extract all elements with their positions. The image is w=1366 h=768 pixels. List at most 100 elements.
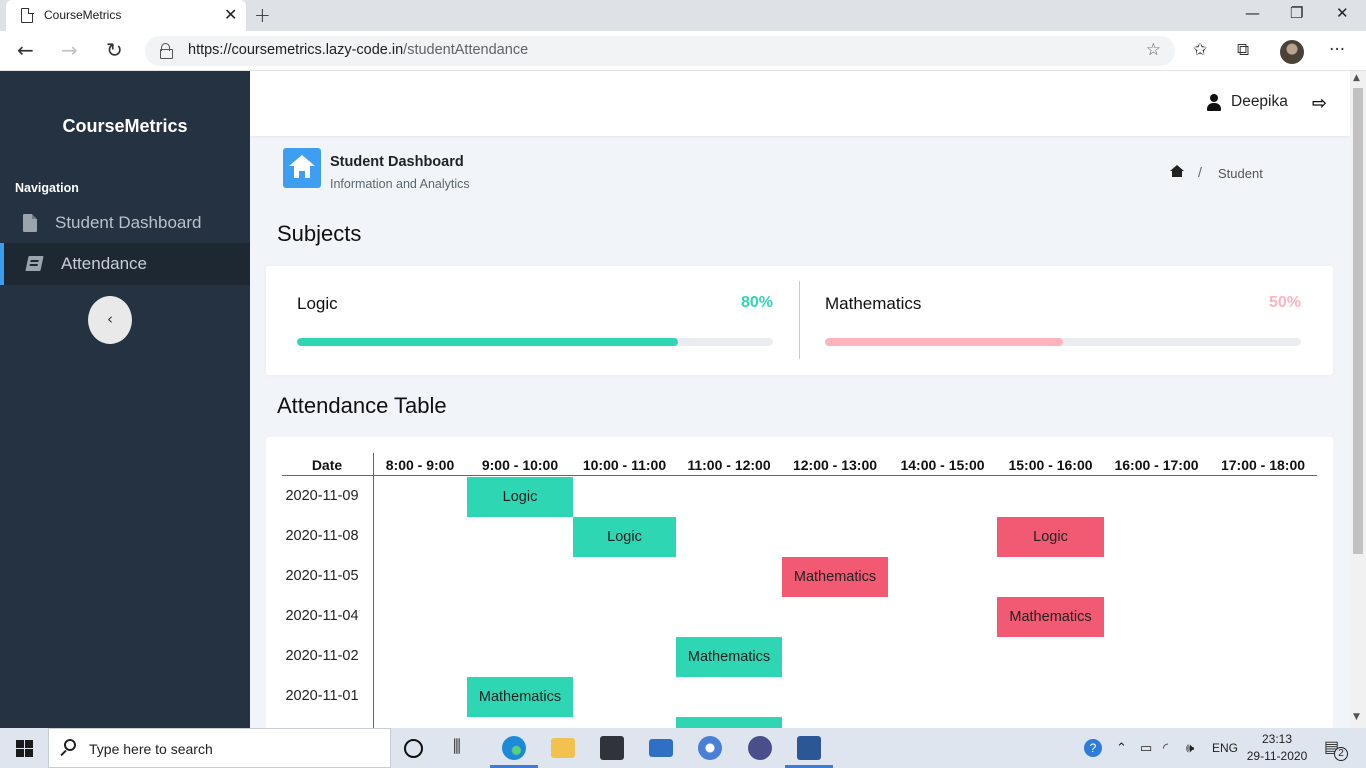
clock-time: 23:13 bbox=[1261, 732, 1293, 746]
attendance-table: Date 8:00 - 9:00 9:00 - 10:00 10:00 - 11:0… bbox=[266, 437, 1333, 728]
user-icon bbox=[1206, 94, 1222, 112]
show-hidden-icons-icon[interactable]: ⌃ bbox=[1116, 740, 1127, 756]
date-column-divider bbox=[373, 453, 374, 728]
new-tab-icon[interactable]: + bbox=[254, 3, 271, 27]
scroll-thumb[interactable] bbox=[1353, 88, 1363, 554]
row-date: 2020-11-02 bbox=[285, 648, 359, 664]
attendance-cell: Logic bbox=[573, 517, 676, 557]
subject-logic: Logic 80% bbox=[297, 266, 773, 375]
scroll-down-arrow-icon[interactable]: ▼ bbox=[1353, 712, 1360, 722]
more-options-icon[interactable]: ··· bbox=[1329, 40, 1345, 60]
back-icon[interactable]: ← bbox=[17, 38, 34, 62]
top-header: Deepika ⇨ bbox=[250, 71, 1350, 136]
nav-heading: Navigation bbox=[15, 181, 79, 195]
slot-column-header: 15:00 - 16:00 bbox=[1008, 457, 1093, 473]
lock-icon bbox=[160, 43, 173, 59]
minimize-icon[interactable]: — bbox=[1245, 4, 1260, 22]
progress-fill bbox=[297, 338, 678, 346]
breadcrumb-current: Student bbox=[1218, 166, 1263, 181]
attendance-heading: Attendance Table bbox=[277, 393, 447, 418]
page-icon bbox=[21, 7, 34, 23]
url-text[interactable]: https://coursemetrics.lazy-code.in/stude… bbox=[188, 42, 528, 58]
sidebar-item-label: Student Dashboard bbox=[55, 213, 202, 232]
slot-column-header: 11:00 - 12:00 bbox=[687, 457, 771, 473]
card-divider bbox=[799, 281, 800, 359]
username[interactable]: Deepika bbox=[1231, 93, 1288, 111]
chrome-icon[interactable] bbox=[698, 736, 722, 760]
favorites-icon[interactable]: ✩ bbox=[1193, 40, 1207, 60]
slot-column-header: 16:00 - 17:00 bbox=[1114, 457, 1199, 473]
restore-icon[interactable]: ❐ bbox=[1290, 4, 1303, 22]
language-indicator[interactable]: ENG bbox=[1212, 741, 1238, 755]
sidebar: CourseMetrics Navigation Student Dashboa… bbox=[0, 71, 250, 728]
subjects-heading: Subjects bbox=[277, 221, 362, 246]
progress-fill bbox=[825, 338, 1063, 346]
search-icon bbox=[64, 739, 76, 751]
collections-icon[interactable]: ⧉ bbox=[1237, 40, 1249, 60]
wifi-icon[interactable]: ◜ bbox=[1163, 740, 1168, 756]
refresh-icon[interactable]: ↻ bbox=[106, 38, 123, 62]
store-icon[interactable] bbox=[600, 736, 624, 760]
scroll-up-arrow-icon[interactable]: ▲ bbox=[1353, 73, 1360, 83]
date-column-header: Date bbox=[311, 457, 343, 473]
subject-name: Mathematics bbox=[825, 294, 922, 313]
browser-tabstrip: CourseMetrics ✕ + — ❐ ✕ bbox=[0, 0, 1366, 31]
row-date: 2020-11-05 bbox=[285, 568, 359, 584]
forward-icon[interactable]: → bbox=[61, 38, 78, 62]
table-header-divider bbox=[282, 475, 1317, 476]
battery-icon[interactable]: ▭ bbox=[1140, 740, 1152, 756]
subject-name: Logic bbox=[297, 294, 338, 313]
taskbar-search-box[interactable]: Type here to search bbox=[48, 728, 391, 768]
sidebar-item-attendance[interactable]: Attendance bbox=[0, 243, 250, 285]
slot-column-header: 17:00 - 18:00 bbox=[1220, 457, 1306, 473]
slot-column-header: 10:00 - 11:00 bbox=[582, 457, 667, 473]
search-placeholder: Type here to search bbox=[89, 741, 213, 757]
taskbar-clock[interactable]: 23:13 29-11-2020 bbox=[1242, 731, 1312, 765]
help-icon[interactable]: ? bbox=[1084, 739, 1102, 757]
slot-column-header: 9:00 - 10:00 bbox=[481, 457, 559, 473]
page-scrollbar[interactable]: ▲ ▼ bbox=[1350, 71, 1366, 728]
clock-date: 29-11-2020 bbox=[1246, 749, 1308, 763]
attendance-cell: Mathematics bbox=[467, 677, 573, 717]
notification-count-badge: 2 bbox=[1334, 747, 1348, 761]
collapse-sidebar-button[interactable]: ‹ bbox=[88, 296, 132, 344]
volume-icon[interactable]: 🕪 bbox=[1186, 740, 1194, 756]
mail-icon[interactable] bbox=[649, 739, 673, 757]
task-view-icon[interactable]: ⫼ bbox=[453, 737, 461, 757]
subjects-card: Logic 80% Mathematics 50% bbox=[266, 266, 1333, 375]
attendance-cell: Logic bbox=[997, 517, 1104, 557]
brand-logo[interactable]: CourseMetrics bbox=[0, 116, 250, 137]
subject-percent: 50% bbox=[1268, 294, 1301, 311]
book-icon bbox=[25, 256, 44, 271]
subject-mathematics: Mathematics 50% bbox=[825, 266, 1301, 375]
browser-toolbar: ← → ↻ https://coursemetrics.lazy-code.in… bbox=[0, 31, 1366, 71]
app-icon[interactable] bbox=[748, 736, 772, 760]
row-date: 2020-11-08 bbox=[285, 528, 359, 544]
address-bar[interactable]: https://coursemetrics.lazy-code.in/stude… bbox=[145, 36, 1175, 66]
sidebar-item-student-dashboard[interactable]: Student Dashboard bbox=[0, 202, 250, 244]
home-icon bbox=[283, 148, 321, 188]
row-date: 2020-11-09 bbox=[285, 488, 359, 504]
file-explorer-icon[interactable] bbox=[551, 738, 575, 758]
browser-tab[interactable]: CourseMetrics ✕ bbox=[6, 0, 246, 31]
word-icon[interactable] bbox=[797, 736, 821, 760]
sidebar-item-label: Attendance bbox=[61, 254, 148, 273]
profile-avatar[interactable] bbox=[1280, 40, 1304, 64]
windows-start-icon[interactable] bbox=[16, 740, 33, 757]
close-tab-icon[interactable]: ✕ bbox=[224, 5, 237, 24]
slot-column-header: 8:00 - 9:00 bbox=[385, 457, 455, 473]
tab-title: CourseMetrics bbox=[44, 8, 122, 22]
breadcrumb-separator: / bbox=[1198, 164, 1202, 180]
slot-column-header: 12:00 - 13:00 bbox=[792, 457, 878, 473]
page-subtitle: Information and Analytics bbox=[330, 177, 470, 191]
close-window-icon[interactable]: ✕ bbox=[1336, 4, 1349, 22]
slot-column-header: 14:00 - 15:00 bbox=[900, 457, 985, 473]
cortana-icon[interactable] bbox=[404, 739, 423, 758]
edge-browser-icon[interactable] bbox=[502, 736, 526, 760]
file-icon bbox=[23, 214, 37, 232]
favorite-star-icon[interactable]: ☆ bbox=[1146, 40, 1161, 60]
attendance-cell: Mathematics bbox=[676, 637, 782, 677]
breadcrumb-home-icon[interactable] bbox=[1170, 165, 1184, 178]
sign-out-icon[interactable]: ⇨ bbox=[1312, 93, 1327, 114]
progress-track bbox=[297, 338, 773, 346]
